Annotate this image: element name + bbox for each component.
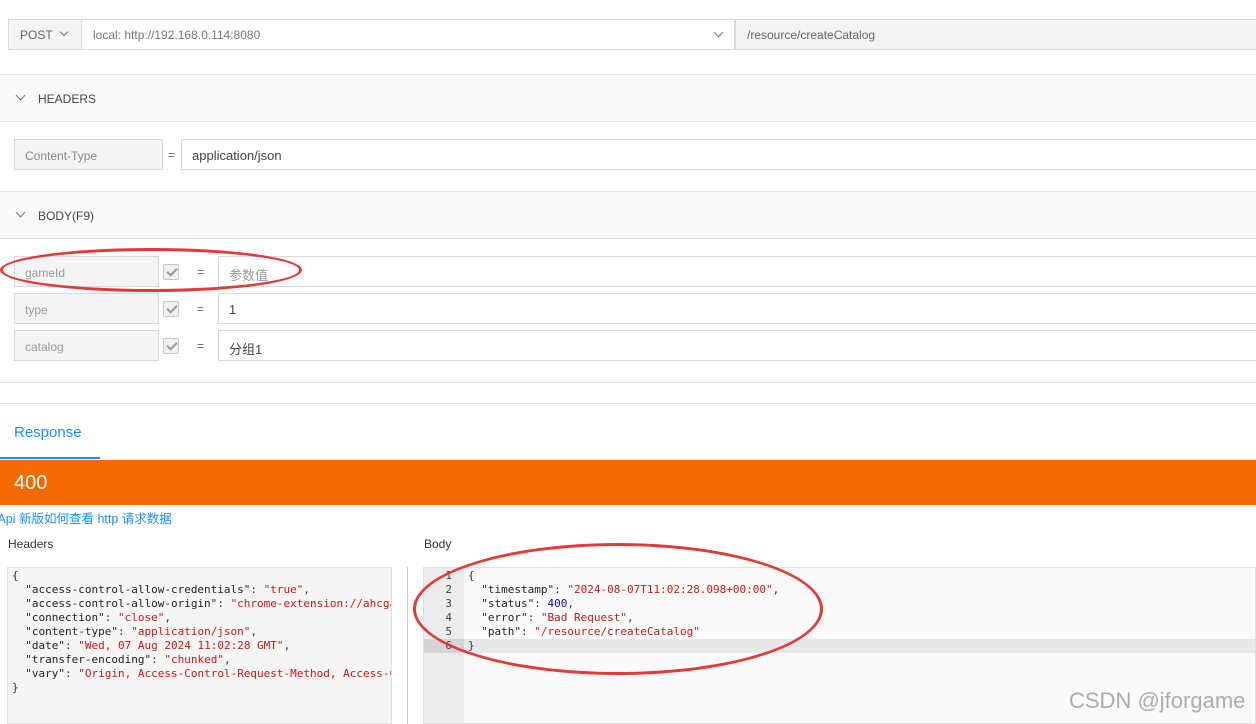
body-value-field[interactable]: 1 xyxy=(218,293,1256,324)
code-line: "content-type": "application/json", xyxy=(25,625,258,638)
response-headers-viewer[interactable]: { "access-control-allow-credentials": "t… xyxy=(7,567,392,724)
panel-divider xyxy=(407,567,408,724)
chevron-down-icon xyxy=(713,27,724,38)
watermark: CSDN @jforgame xyxy=(1069,688,1246,713)
body-value-field[interactable]: 参数值 xyxy=(218,256,1256,287)
chevron-down-icon xyxy=(15,207,26,218)
code-line: "access-control-allow-credentials": "tru… xyxy=(25,583,311,596)
code-line: "date": "Wed, 07 Aug 2024 11:02:28 GMT", xyxy=(25,639,291,652)
annotation-ellipse-body xyxy=(413,543,823,675)
method-label: POST xyxy=(20,28,53,42)
headers-section-header[interactable]: HEADERS xyxy=(0,74,1256,122)
code-line: "transfer-encoding": "chunked", xyxy=(25,653,231,666)
host-text: local: http://192.168.0.114:8080 xyxy=(93,28,261,42)
chevron-down-icon xyxy=(15,90,26,101)
status-bar: 400 xyxy=(0,460,1256,505)
code-line: "access-control-allow-origin": "chrome-e… xyxy=(25,597,392,610)
method-select[interactable]: POST xyxy=(8,19,82,50)
headers-section-title: HEADERS xyxy=(38,92,97,106)
help-link[interactable]: /Api 新版如何查看 http 请求数据 xyxy=(0,508,172,527)
chevron-down-icon xyxy=(59,27,69,37)
path-text: /resource/createCatalog xyxy=(747,28,876,42)
host-select[interactable]: local: http://192.168.0.114:8080 xyxy=(81,19,735,50)
section-divider xyxy=(0,382,1256,383)
body-value: 分组1 xyxy=(229,342,263,357)
body-section-header[interactable]: BODY(F9) xyxy=(0,191,1256,239)
header-key: Content-Type xyxy=(25,149,98,163)
body-value: 1 xyxy=(229,302,237,317)
code-line: } xyxy=(12,681,19,694)
body-key-field[interactable]: type xyxy=(14,293,159,324)
body-value-field[interactable]: 分组1 xyxy=(218,330,1256,361)
code-line: "vary": "Origin, Access-Control-Request-… xyxy=(25,667,392,680)
tab-underline xyxy=(0,457,100,459)
header-value-field[interactable]: application/json xyxy=(181,139,1256,170)
equals-sign: = xyxy=(197,339,205,353)
tab-response[interactable]: Response xyxy=(14,424,82,441)
body-section-title: BODY(F9) xyxy=(38,209,95,223)
body-key-field[interactable]: catalog xyxy=(14,330,159,361)
code-line: { xyxy=(12,569,19,582)
enabled-checkbox[interactable] xyxy=(163,338,179,354)
status-code: 400 xyxy=(14,472,48,494)
code-line: "connection": "close", xyxy=(25,611,171,624)
header-key-field[interactable]: Content-Type xyxy=(14,139,163,170)
enabled-checkbox[interactable] xyxy=(163,301,179,317)
equals-sign: = xyxy=(168,148,176,162)
body-key: catalog xyxy=(25,340,64,354)
response-headers-label: Headers xyxy=(8,537,54,551)
header-value: application/json xyxy=(192,148,282,163)
body-key: type xyxy=(25,303,48,317)
path-input[interactable]: /resource/createCatalog xyxy=(735,19,1256,50)
response-body-label: Body xyxy=(424,537,452,551)
equals-sign: = xyxy=(197,302,205,316)
section-divider xyxy=(0,403,1256,404)
annotation-ellipse-gameid xyxy=(0,248,302,292)
